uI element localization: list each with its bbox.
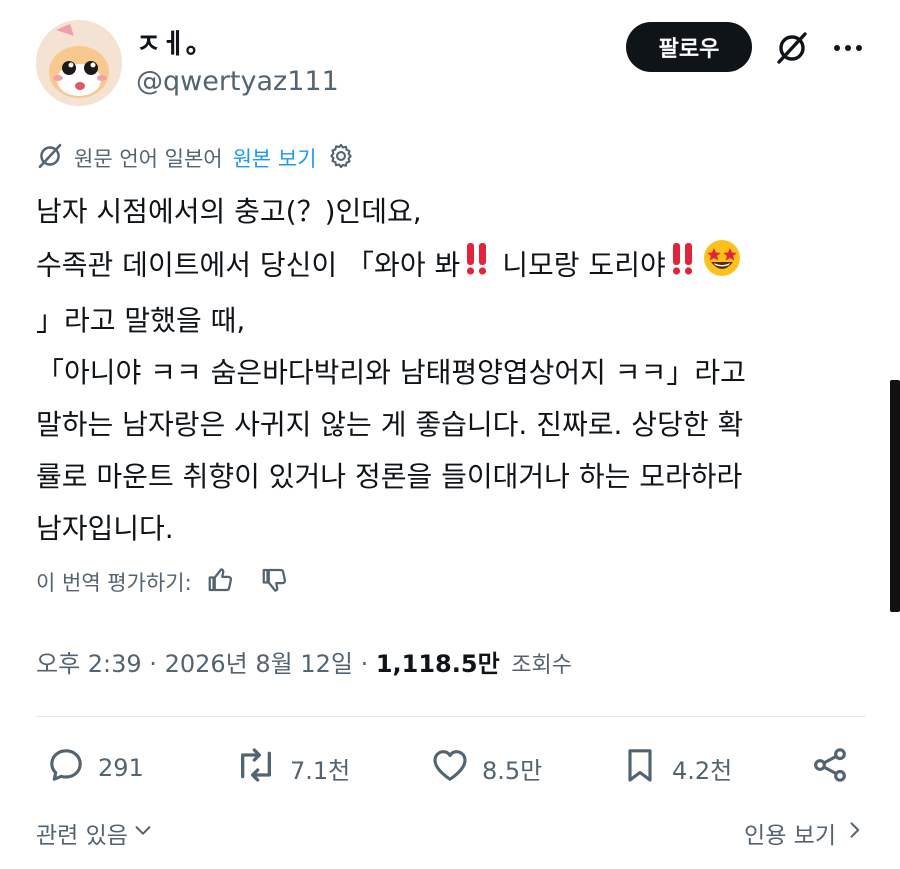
double-exclamation-icon (670, 240, 696, 293)
tweet-timestamp[interactable]: 오후 2:39 · 2026년 8월 12일 · (36, 650, 376, 678)
user-handle[interactable]: @qwertyaz111 (136, 66, 339, 97)
repost-button[interactable]: 7.1천 (234, 740, 350, 796)
like-count: 8.5만 (482, 756, 543, 785)
chevron-down-icon (132, 819, 154, 847)
tweet-text: 남자 시점에서의 충고(？)인데요, 수족관 데이트에서 당신이 「와아 봐 니모… (36, 186, 876, 555)
chevron-right-icon (844, 819, 864, 847)
share-icon (810, 745, 850, 791)
grok-icon[interactable] (770, 26, 814, 70)
double-exclamation-icon (464, 240, 490, 293)
bookmark-icon (620, 745, 660, 791)
tweet-line: 「아니야 ㅋㅋ 숨은바다박리와 남태평양엽상어지 ㅋㅋ」라고 (36, 356, 746, 389)
divider (36, 716, 866, 717)
hamster-avatar-image (36, 20, 122, 106)
tweet-line: 」라고 말했을 때, (36, 304, 246, 337)
translation-bar: 원문 언어 일본어 원본 보기 (36, 140, 355, 176)
tweet-line: 남자입니다. (36, 512, 174, 545)
view-quotes-link[interactable]: 인용 보기 (744, 816, 864, 850)
tweet-line: 률로 마운트 취향이 있거나 정론을 들이대거나 하는 모라하라 (36, 460, 743, 493)
heart-icon (430, 745, 470, 791)
bookmark-count: 4.2천 (672, 756, 733, 785)
repost-count: 7.1천 (290, 756, 351, 785)
follow-button[interactable]: 팔로우 (626, 22, 752, 72)
related-toggle[interactable]: 관련 있음 (36, 816, 154, 850)
like-button[interactable]: 8.5만 (430, 740, 542, 796)
translation-settings-icon[interactable] (327, 142, 355, 175)
display-name[interactable]: ㅈㅔ。 (136, 22, 213, 61)
views-count: 1,118.5만 (375, 650, 500, 678)
bookmark-button[interactable]: 4.2천 (620, 740, 732, 796)
reply-icon (46, 745, 86, 791)
tweet-line: 남자 시점에서의 충고(？)인데요, (36, 195, 422, 228)
translation-source: 원문 언어 일본어 (74, 147, 223, 171)
views-label: 조회수 (511, 653, 573, 678)
show-original-link[interactable]: 원본 보기 (233, 143, 317, 173)
related-label: 관련 있음 (36, 823, 128, 849)
avatar[interactable] (36, 20, 122, 106)
reply-button[interactable]: 291 (46, 740, 144, 796)
thumbs-down-icon[interactable] (260, 565, 290, 600)
rate-translation: 이 번역 평가하기: (36, 562, 290, 602)
tweet-line: 수족관 데이트에서 당신이 「와아 봐 니모랑 도리야 (36, 238, 876, 295)
repost-icon (234, 745, 278, 791)
tweet-meta: 오후 2:39 · 2026년 8월 12일 · 1,118.5만 조회수 (36, 644, 572, 679)
view-quotes-label: 인용 보기 (744, 823, 836, 849)
tweet-line: 말하는 남자랑은 사귀지 않는 게 좋습니다. 진짜로. 상당한 확 (36, 408, 744, 441)
share-button[interactable] (810, 740, 850, 796)
more-options-icon[interactable] (826, 26, 870, 70)
rate-translation-label: 이 번역 평가하기: (36, 571, 192, 595)
thumbs-up-icon[interactable] (206, 565, 236, 600)
reply-count: 291 (98, 754, 144, 782)
scrollbar-thumb[interactable] (890, 380, 900, 612)
star-struck-emoji-icon (702, 238, 742, 295)
grok-translate-icon (36, 142, 64, 175)
tweet-actions: 291 7.1천 8.5만 4.2천 (36, 740, 866, 796)
